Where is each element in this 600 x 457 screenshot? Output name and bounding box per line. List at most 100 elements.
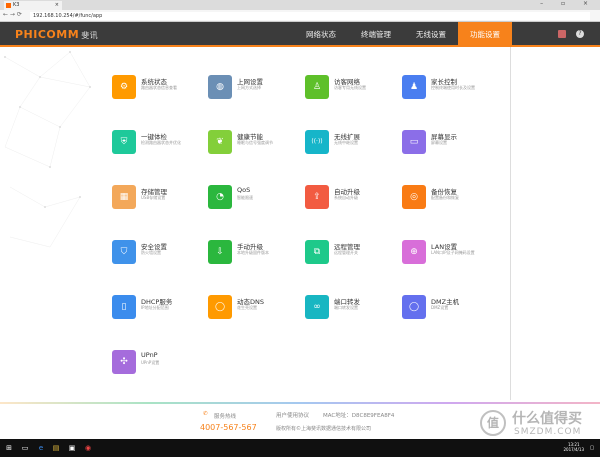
feature-desc: 远程管理开关 — [334, 250, 358, 255]
feature-desc: 防火墙设置 — [141, 250, 161, 255]
feature-desc: 屏幕设置 — [431, 140, 447, 145]
store-icon[interactable]: ▣ — [68, 444, 76, 452]
system-status-icon: ⚙ — [112, 75, 136, 99]
nav-terminal-management[interactable]: 终端管理 — [349, 22, 403, 47]
watermark-logo-icon: 值 — [480, 410, 506, 436]
edge-icon[interactable]: e — [37, 444, 45, 452]
copyright: 版权所有©上海斐讯数据通信技术有限公司 — [276, 426, 372, 432]
feature-desc: 检测路由器状态并优化 — [141, 140, 181, 145]
feature-parent[interactable]: ♟ 家长控制 控制终端使用时长及设置 — [402, 75, 497, 115]
manual-upgrade-icon: ⇩ — [208, 240, 232, 264]
user-agreement-link[interactable]: 用户使用协议 — [276, 411, 309, 419]
task-view-icon[interactable]: ▭ — [21, 444, 29, 452]
lan-icon: ⊕ — [402, 240, 426, 264]
feature-desc: 本地升级固件版本 — [237, 250, 269, 255]
feature-wireless[interactable]: ((·)) 无线扩展 无线中继设置 — [305, 130, 400, 170]
feature-manual-upgrade[interactable]: ⇩ 手动升级 本地升级固件版本 — [208, 240, 303, 280]
feature-desc: LAN口IP及子网掩码设置 — [431, 250, 475, 255]
leaf-icon: ❦ — [208, 130, 232, 154]
feature-shield-plus[interactable]: ⛨ 一键体检 检测路由器状态并优化 — [112, 130, 207, 170]
feature-globe[interactable]: ◍ 上网设置 上网方式选择 — [208, 75, 303, 115]
security-icon: ⛉ — [112, 240, 136, 264]
feature-lan[interactable]: ⊕ LAN设置 LAN口IP及子网掩码设置 — [402, 240, 497, 280]
feature-qos[interactable]: ◔ QoS 智能限速 — [208, 185, 303, 225]
globe-icon: ◍ — [208, 75, 232, 99]
feature-security[interactable]: ⛉ 安全设置 防火墙设置 — [112, 240, 207, 280]
address-bar-row: ← → ⟳ 192.168.10.254/#/func/app — [0, 10, 600, 22]
remote-icon: ⧉ — [305, 240, 329, 264]
nav-function-settings[interactable]: 功能设置 — [458, 22, 512, 47]
feature-port-forward[interactable]: ∞ 端口转发 端口转发设置 — [305, 295, 400, 335]
footer-gradient-line — [0, 402, 600, 404]
hotline-label: 服务热线 — [214, 414, 237, 420]
feature-leaf[interactable]: ❦ 健康节能 睡眠与信号强度调节 — [208, 130, 303, 170]
feature-title: QoS — [237, 186, 251, 194]
feature-remote[interactable]: ⧉ 远程管理 远程管理开关 — [305, 240, 400, 280]
system-clock[interactable]: 13:21 2017/4/13 — [563, 442, 584, 452]
feature-screen[interactable]: ▭ 屏幕显示 屏幕设置 — [402, 130, 497, 170]
feature-dmz[interactable]: ◯ DMZ主机 DMZ设置 — [402, 295, 497, 335]
feature-desc: USB存储设置 — [141, 195, 166, 200]
chrome-icon[interactable]: ◉ — [84, 444, 92, 452]
close-tab-icon[interactable]: × — [55, 1, 59, 10]
divider — [510, 47, 511, 400]
dmz-icon: ◯ — [402, 295, 426, 319]
nav-buttons-icon[interactable]: ← → ⟳ — [3, 11, 22, 18]
help-icon[interactable]: ? — [576, 30, 584, 38]
auto-upgrade-icon: ⇪ — [305, 185, 329, 209]
feature-desc: 睡眠与信号强度调节 — [237, 140, 273, 145]
qos-icon: ◔ — [208, 185, 232, 209]
port-forward-icon: ∞ — [305, 295, 329, 319]
nav-network-status[interactable]: 网络状态 — [294, 22, 348, 47]
feature-desc: 访客专用无线设置 — [334, 85, 366, 90]
dhcp-icon: ▯ — [112, 295, 136, 319]
feature-storage[interactable]: ▦ 存储管理 USB存储设置 — [112, 185, 207, 225]
shield-plus-icon: ⛨ — [112, 130, 136, 154]
tab-title: K3 — [13, 2, 20, 8]
ddns-icon: ◯ — [208, 295, 232, 319]
mac-address: MAC地址：D8C8E9FEA8F4 — [323, 413, 395, 419]
feature-desc: 花生壳设置 — [237, 305, 257, 310]
url-input[interactable]: 192.168.10.254/#/func/app — [30, 12, 590, 20]
hotline-number: 4007-567-567 — [200, 423, 257, 432]
upnp-icon: ✣ — [112, 350, 136, 374]
feature-desc: 上网方式选择 — [237, 85, 261, 90]
favicon-icon — [6, 3, 11, 8]
windows-start-icon[interactable]: ⊞ — [5, 444, 13, 452]
backup-icon: ◎ — [402, 185, 426, 209]
feature-title: UPnP — [141, 351, 158, 359]
guest-icon: ♙ — [305, 75, 329, 99]
feature-desc: 系统自动升级 — [334, 195, 358, 200]
browser-tab-bar: K3 × – ▫ × — [0, 0, 600, 10]
feature-desc: UPnP设置 — [141, 360, 160, 365]
feature-desc: 端口转发设置 — [334, 305, 358, 310]
feature-desc: IP地址分配范围 — [141, 305, 169, 310]
feature-desc: 无线中继设置 — [334, 140, 358, 145]
feature-guest[interactable]: ♙ 访客网络 访客专用无线设置 — [305, 75, 400, 115]
screen-icon: ▭ — [402, 130, 426, 154]
router-icon[interactable] — [558, 30, 566, 38]
top-header: PHICOMM 斐讯 网络状态 终端管理 无线设置 功能设置 ? — [0, 22, 600, 47]
nav-wireless-settings[interactable]: 无线设置 — [404, 22, 458, 47]
window-controls[interactable]: – ▫ × — [540, 0, 596, 7]
notification-icon[interactable]: ▢ — [588, 444, 596, 452]
watermark: 值什么值得买 SMZDM.COM — [480, 408, 590, 440]
taskbar: ⊞ ▭ e ▤ ▣ ◉ 13:21 2017/4/13 ▢ — [0, 439, 600, 457]
feature-system-status[interactable]: ⚙ 系统状态 路由器状态信息查看 — [112, 75, 207, 115]
logo: PHICOMM 斐讯 — [15, 28, 99, 41]
feature-desc: 智能限速 — [237, 195, 253, 200]
feature-dhcp[interactable]: ▯ DHCP服务 IP地址分配范围 — [112, 295, 207, 335]
storage-icon: ▦ — [112, 185, 136, 209]
decorative-network-lines — [4, 51, 91, 248]
feature-ddns[interactable]: ◯ 动态DNS 花生壳设置 — [208, 295, 303, 335]
feature-desc: 路由器状态信息查看 — [141, 85, 177, 90]
feature-backup[interactable]: ◎ 备份恢复 配置备份和恢复 — [402, 185, 497, 225]
phone-icon: ✆ — [203, 411, 208, 417]
feature-upnp[interactable]: ✣ UPnP UPnP设置 — [112, 350, 207, 390]
browser-tab[interactable]: K3 × — [4, 1, 62, 10]
explorer-icon[interactable]: ▤ — [52, 444, 60, 452]
wireless-icon: ((·)) — [305, 130, 329, 154]
feature-auto-upgrade[interactable]: ⇪ 自动升级 系统自动升级 — [305, 185, 400, 225]
parent-icon: ♟ — [402, 75, 426, 99]
feature-desc: 配置备份和恢复 — [431, 195, 459, 200]
